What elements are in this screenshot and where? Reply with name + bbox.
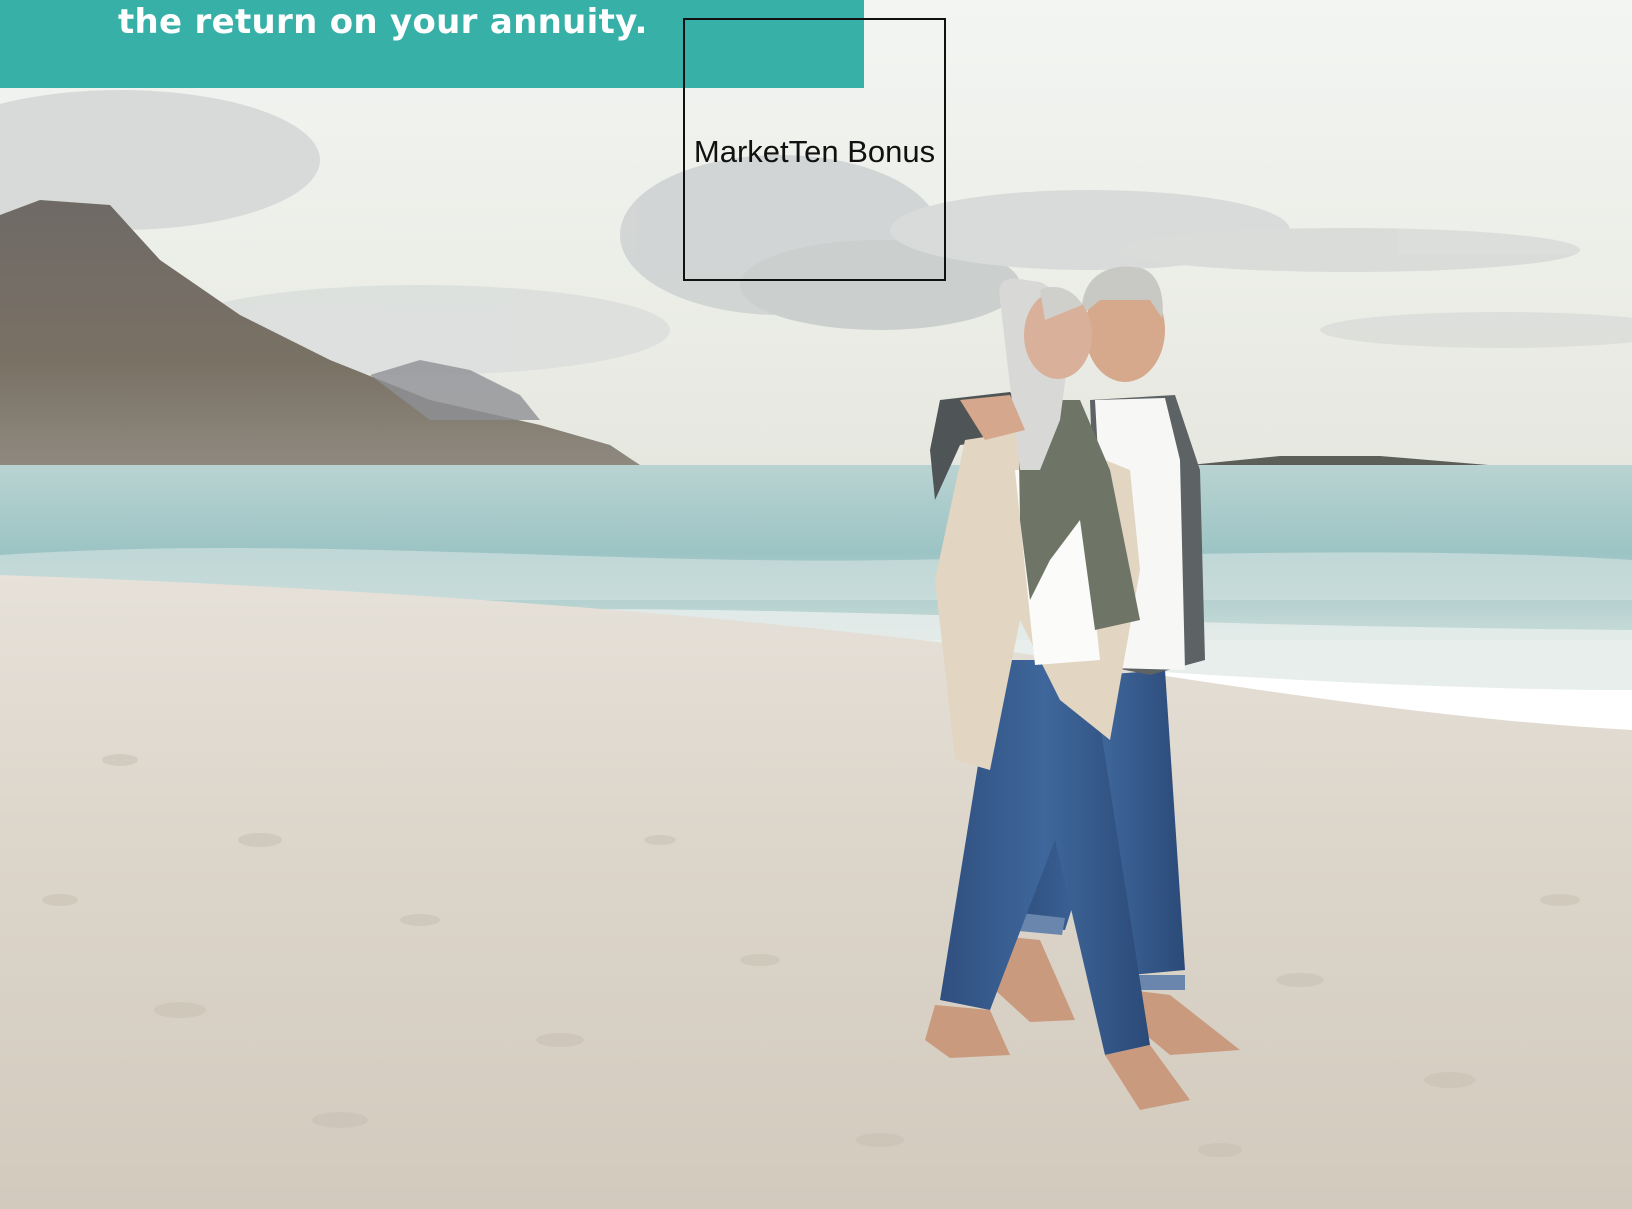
image-placeholder-label: MarketTen Bonus <box>693 134 936 169</box>
page: the return on your annuity. MarketTen Bo… <box>0 0 1632 1209</box>
banner-headline: the return on your annuity. <box>118 2 648 42</box>
image-placeholder-box[interactable]: MarketTen Bonus <box>683 18 946 281</box>
